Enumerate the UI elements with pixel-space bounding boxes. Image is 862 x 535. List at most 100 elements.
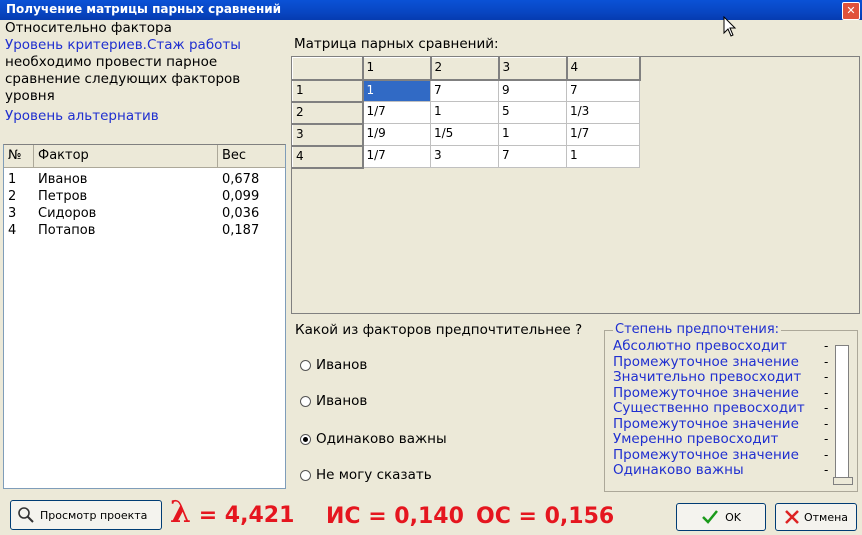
close-icon[interactable]: ✕ (842, 2, 860, 20)
row-number: 2 (8, 189, 17, 204)
matrix-cell[interactable]: 1/9 (362, 123, 431, 146)
list-item[interactable]: 3 Сидоров 0,036 (4, 206, 285, 223)
alternatives-level-label: Уровень альтернатив (5, 108, 159, 124)
preference-degree-title: Степень предпочтения: (613, 322, 782, 337)
scale-label: Промежуточное значение (613, 384, 799, 401)
matrix-cell[interactable]: 1 (430, 101, 499, 124)
radio-label: Иванов (316, 393, 368, 409)
matrix-cell[interactable]: 7 (498, 145, 567, 168)
preference-question: Какой из факторов предпочтительнее ? (295, 322, 583, 338)
instruction-line-1: необходимо провести парное (5, 54, 218, 70)
factor-weight: 0,187 (222, 223, 260, 238)
instruction-line-2: сравнение следующих факторов (5, 71, 241, 87)
list-item[interactable]: 1 Иванов 0,678 (4, 172, 285, 189)
cancel-button[interactable]: Отмена (775, 503, 857, 531)
scale-label: Промежуточное значение (613, 353, 799, 370)
cancel-label: Отмена (803, 510, 849, 524)
matrix-col-header: 4 (566, 57, 641, 81)
criteria-level-label: Уровень критериев.Стаж работы (5, 37, 241, 53)
matrix-cell[interactable]: 1/7 (566, 123, 640, 146)
tick-mark: - (824, 385, 829, 400)
checkmark-icon (702, 510, 719, 524)
factor-weight: 0,099 (222, 189, 260, 204)
list-item[interactable]: 4 Потапов 0,187 (4, 223, 285, 240)
tick-mark: - (824, 354, 829, 369)
instruction-line-3: уровня (5, 88, 55, 104)
column-header-weight[interactable]: Вес (218, 145, 284, 167)
tick-mark: - (824, 401, 829, 415)
row-number: 1 (8, 172, 17, 187)
matrix-cell-selected[interactable]: 1 (362, 79, 431, 102)
matrix-col-header: 2 (430, 57, 500, 81)
scale-label: Умеренно превосходит (613, 431, 779, 447)
lambda-symbol: λ (170, 495, 192, 530)
lambda-stat: λ = 4,421 (170, 498, 295, 529)
scale-label: Одинаково важны (613, 462, 744, 478)
radio-label: Иванов (316, 357, 368, 373)
matrix-row-header: 1 (292, 79, 364, 103)
tick-mark: - (824, 447, 829, 462)
factor-name: Иванов (38, 172, 88, 187)
matrix-cell[interactable]: 9 (498, 79, 567, 102)
pairwise-matrix-grid[interactable]: 1 2 3 4 1 1 7 9 7 2 1/7 1 5 1/3 3 1/9 1/… (291, 56, 860, 314)
radio-icon (300, 395, 311, 407)
preference-slider-thumb[interactable] (833, 477, 853, 485)
column-header-number[interactable]: № (4, 145, 34, 167)
factor-list[interactable]: № Фактор Вес 1 Иванов 0,678 2 Петров 0,0… (3, 144, 286, 489)
column-header-factor[interactable]: Фактор (34, 145, 218, 167)
matrix-cell[interactable]: 5 (498, 101, 567, 124)
radio-label: Одинаково важны (316, 431, 447, 447)
lambda-value: = 4,421 (191, 503, 295, 528)
matrix-cell[interactable]: 7 (566, 79, 640, 102)
matrix-row-header: 2 (292, 101, 364, 125)
factor-weight: 0,036 (222, 206, 260, 221)
preference-slider-track[interactable] (835, 345, 849, 482)
tick-mark: - (824, 370, 829, 384)
cross-icon (785, 510, 799, 524)
radio-option-first-factor[interactable]: Иванов (300, 357, 367, 373)
row-number: 3 (8, 206, 17, 221)
window-title: Получение матрицы парных сравнений (6, 2, 282, 16)
matrix-row-header: 4 (292, 145, 364, 169)
preference-degree-group: Степень предпочтения: Абсолютно превосхо… (604, 322, 858, 492)
matrix-col-header: 1 (362, 57, 432, 81)
factor-name: Потапов (38, 223, 96, 238)
radio-option-second-factor[interactable]: Иванов (300, 393, 367, 409)
matrix-cell[interactable]: 1/5 (430, 123, 499, 146)
relative-factor-label: Относительно фактора (5, 20, 172, 36)
matrix-col-header: 3 (498, 57, 568, 81)
matrix-pane: Матрица парных сравнений: 1 2 3 4 1 1 7 … (288, 20, 862, 320)
matrix-cell[interactable]: 1 (566, 145, 640, 168)
radio-option-equal[interactable]: Одинаково важны (300, 431, 447, 447)
tick-mark: - (824, 432, 829, 446)
matrix-corner-cell (292, 57, 364, 81)
matrix-cell[interactable]: 1/7 (362, 101, 431, 124)
view-project-label: Просмотр проекта (40, 508, 148, 522)
scale-label: Промежуточное значение (613, 415, 799, 432)
radio-icon (300, 469, 311, 481)
ok-button[interactable]: OK (676, 503, 766, 531)
list-item[interactable]: 2 Петров 0,099 (4, 189, 285, 206)
ok-label: OK (725, 510, 741, 524)
magnifier-icon (18, 507, 34, 523)
tick-mark: - (824, 463, 829, 477)
matrix-cell[interactable]: 7 (430, 79, 499, 102)
matrix-table: 1 2 3 4 1 1 7 9 7 2 1/7 1 5 1/3 3 1/9 1/… (292, 57, 641, 169)
tick-mark: - (824, 339, 829, 353)
row-number: 4 (8, 223, 17, 238)
radio-option-cannot-say[interactable]: Не могу сказать (300, 467, 432, 483)
matrix-row-header: 3 (292, 123, 364, 147)
radio-icon (300, 359, 311, 371)
view-project-button[interactable]: Просмотр проекта (10, 500, 162, 530)
matrix-cell[interactable]: 3 (430, 145, 499, 168)
scale-label: Промежуточное значение (613, 446, 799, 463)
matrix-label: Матрица парных сравнений: (294, 36, 499, 52)
matrix-cell[interactable]: 1 (498, 123, 567, 146)
left-pane: Относительно фактора Уровень критериев.С… (0, 20, 286, 495)
consistency-ratio: ОС = 0,156 (476, 504, 615, 529)
matrix-cell[interactable]: 1/7 (362, 145, 431, 168)
matrix-cell[interactable]: 1/3 (566, 101, 640, 124)
factor-weight: 0,678 (222, 172, 260, 187)
radio-label: Не могу сказать (316, 467, 432, 483)
tick-mark: - (824, 416, 829, 431)
